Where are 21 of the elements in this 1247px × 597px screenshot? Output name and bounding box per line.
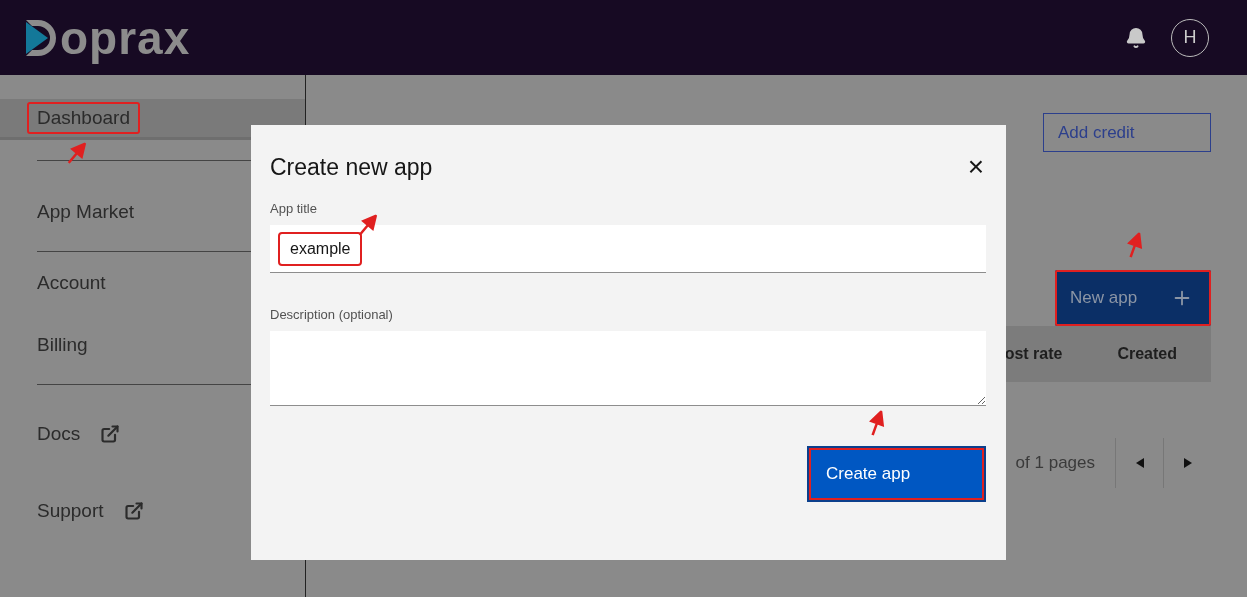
page-count-text: of 1 pages [1015,453,1096,473]
notification-bell-icon[interactable] [1125,26,1147,49]
dialog-title: Create new app [270,153,433,181]
close-button[interactable]: × [967,153,984,181]
description-field[interactable] [270,331,986,406]
sidebar-item[interactable]: Docs [0,395,305,472]
new-app-button[interactable]: New app [1055,270,1211,326]
external-link-icon [100,423,121,444]
add-credit-button[interactable]: Add credit [1043,113,1211,152]
app-title-input[interactable]: example [270,225,986,273]
caret-left-icon [1135,458,1144,468]
logo-icon [24,17,58,58]
external-link-icon [123,500,144,521]
create-app-button[interactable]: Create app [807,446,986,502]
sidebar-item[interactable]: Dashboard [0,99,305,140]
column-header: ost rate [1004,345,1063,363]
caret-right-icon [1183,458,1192,468]
field-label: Description (optional) [270,307,394,322]
sidebar-item[interactable]: Support [0,472,305,549]
field-label: App title [270,201,318,216]
column-header: Created [1117,345,1177,363]
